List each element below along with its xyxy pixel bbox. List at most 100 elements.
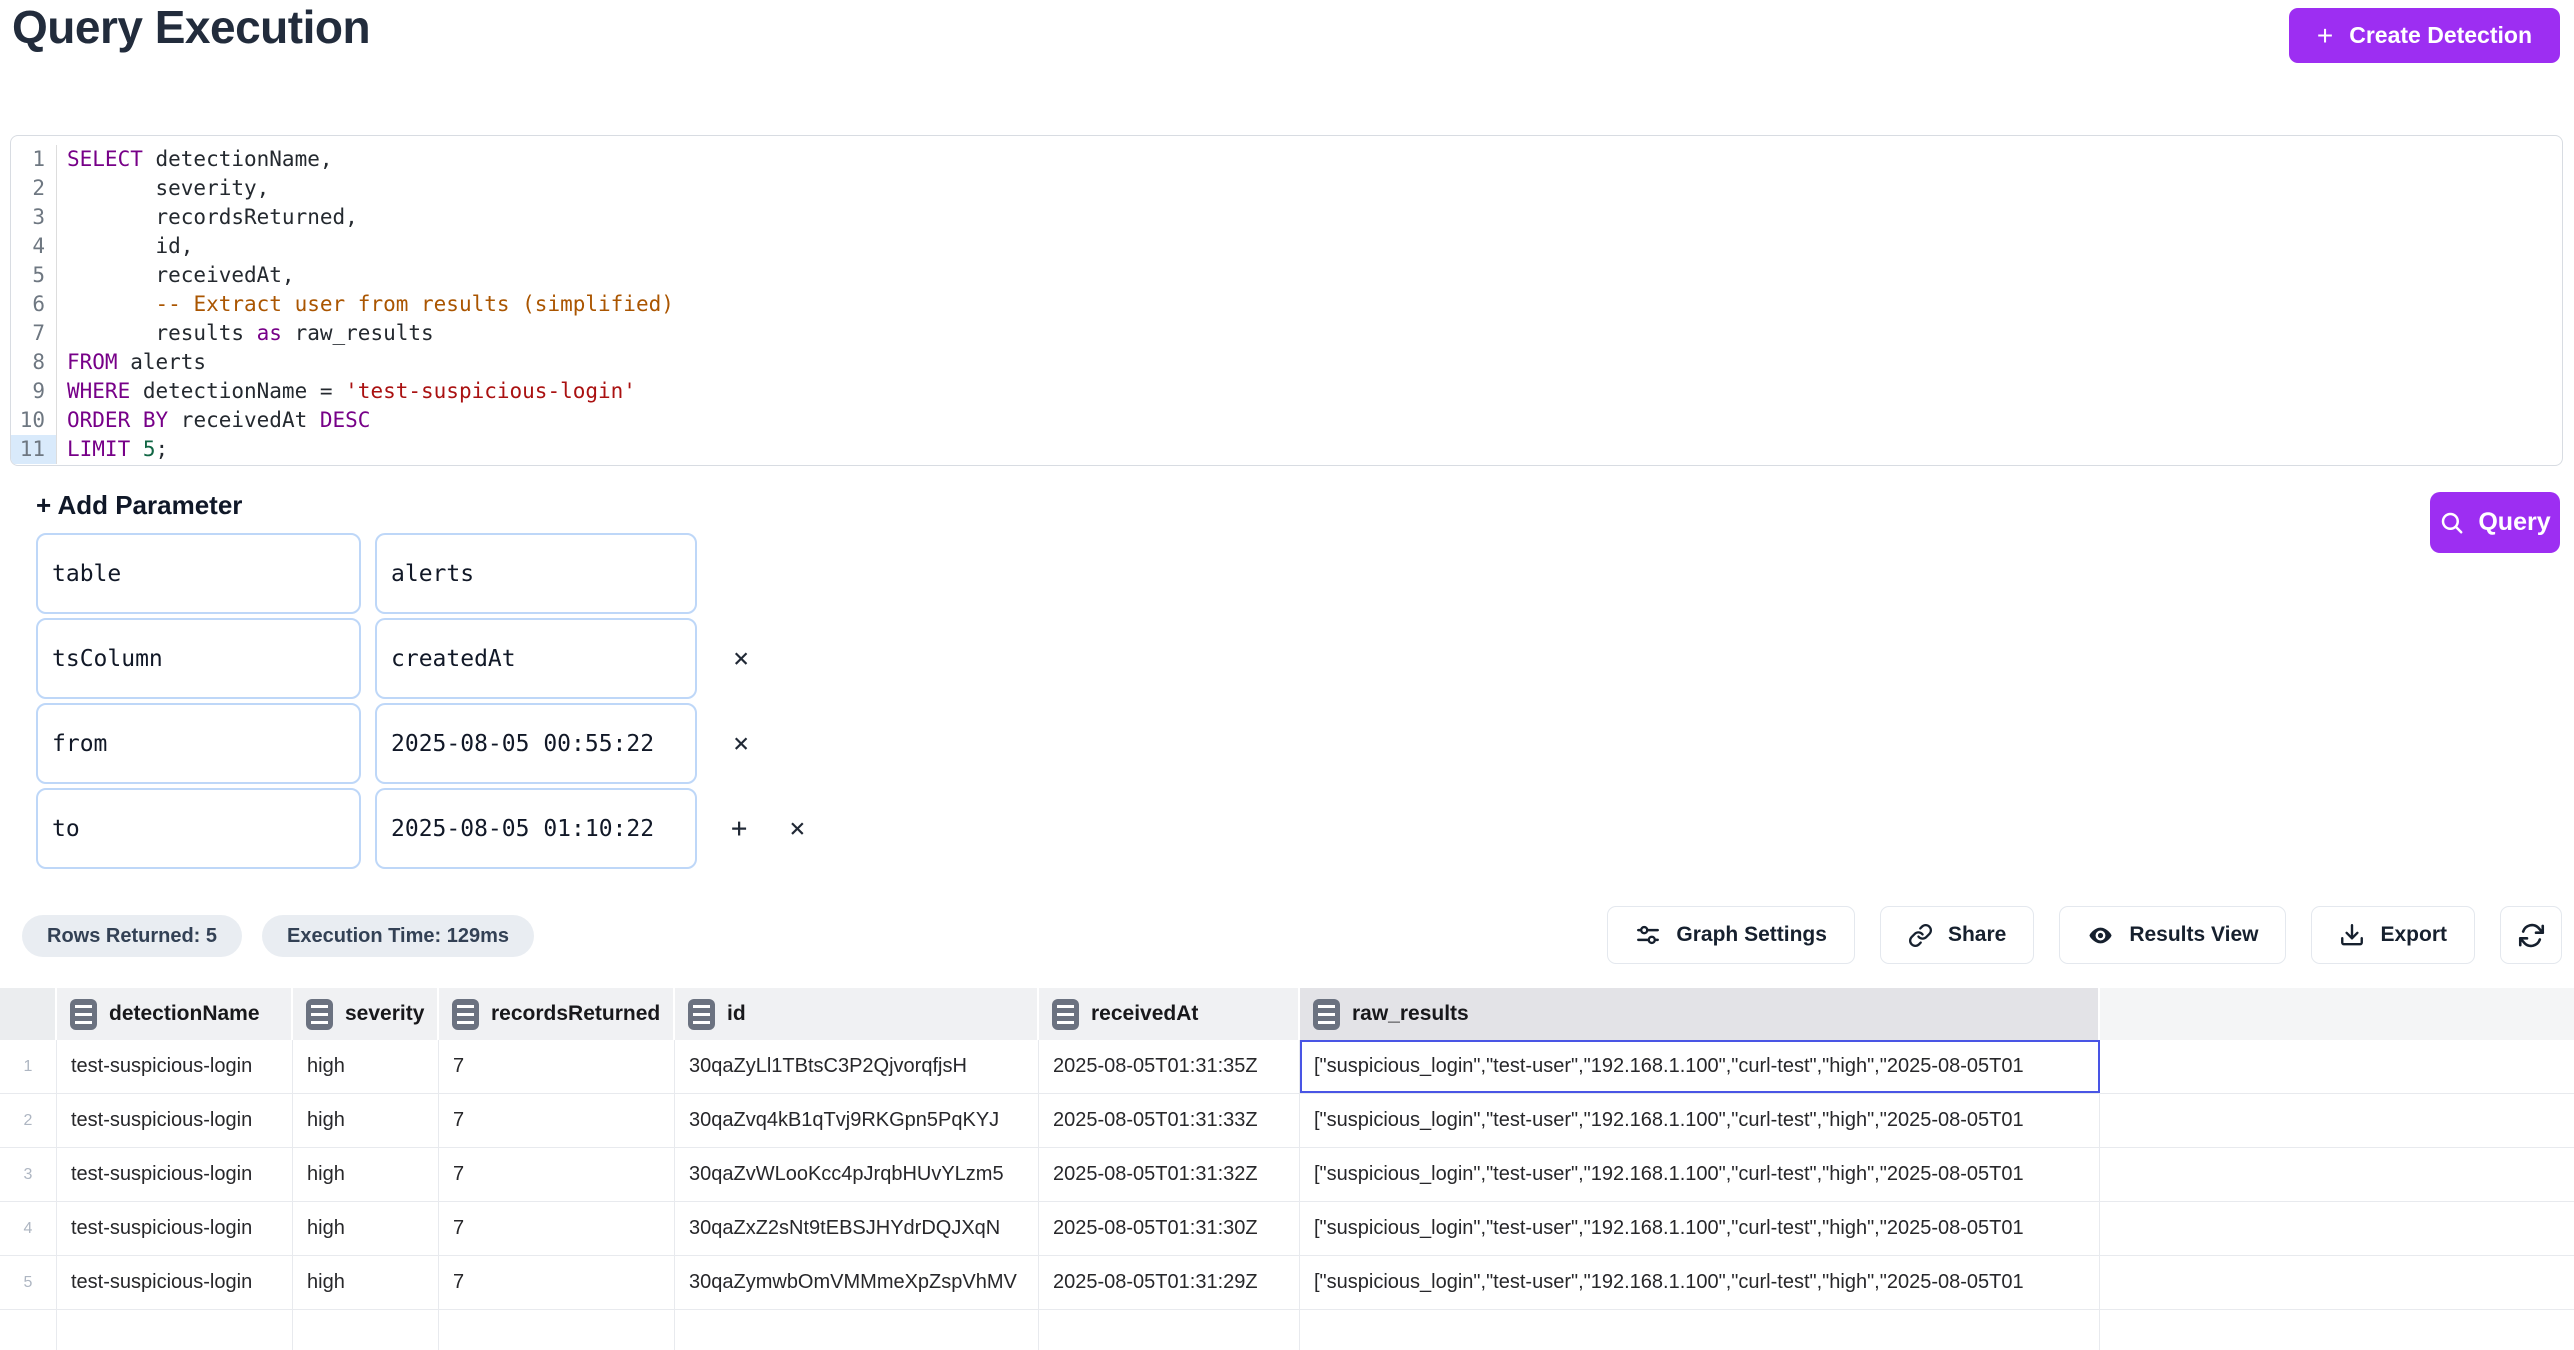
remove-parameter-button[interactable]: × (789, 813, 805, 844)
cell-severity[interactable]: high (293, 1040, 439, 1093)
param-key-field[interactable] (36, 533, 361, 614)
cell-empty (293, 1310, 439, 1350)
table-row: 3test-suspicious-loginhigh730qaZvWLooKcc… (0, 1148, 2574, 1202)
graph-settings-button[interactable]: Graph Settings (1607, 906, 1855, 964)
column-header-detectionName[interactable]: detectionName (57, 988, 293, 1040)
cell-detectionName[interactable]: test-suspicious-login (57, 1148, 293, 1201)
remove-parameter-button[interactable]: × (733, 643, 749, 674)
share-button[interactable]: Share (1880, 906, 2034, 964)
code-text: receivedAt, (57, 261, 295, 290)
param-value-field[interactable] (375, 703, 697, 784)
cell-recordsReturned[interactable]: 7 (439, 1148, 675, 1201)
cell-recordsReturned[interactable]: 7 (439, 1094, 675, 1147)
create-detection-button[interactable]: + Create Detection (2289, 8, 2560, 63)
line-number: 2 (11, 174, 57, 203)
row-filler (2100, 1310, 2574, 1350)
cell-detectionName[interactable]: test-suspicious-login (57, 1094, 293, 1147)
parameter-list: ××+× (36, 533, 806, 873)
execution-time-badge: Execution Time: 129ms (262, 915, 534, 957)
column-header-id[interactable]: id (675, 988, 1039, 1040)
column-header-recordsReturned[interactable]: recordsReturned (439, 988, 675, 1040)
page-title: Query Execution (12, 0, 370, 54)
param-value-field[interactable] (375, 533, 697, 614)
cell-recordsReturned[interactable]: 7 (439, 1040, 675, 1093)
column-header-severity[interactable]: severity (293, 988, 439, 1040)
sql-code-editor[interactable]: 1SELECT detectionName,2 severity,3 recor… (10, 135, 2563, 466)
cell-raw_results[interactable]: ["suspicious_login","test-user","192.168… (1300, 1094, 2100, 1147)
line-number: 10 (11, 406, 57, 435)
row-number (0, 1310, 57, 1350)
table-row: 5test-suspicious-loginhigh730qaZymwbOmVM… (0, 1256, 2574, 1310)
header-filler (2100, 988, 2574, 1040)
line-number: 11 (11, 435, 57, 464)
line-number: 6 (11, 290, 57, 319)
column-icon (688, 999, 715, 1030)
cell-detectionName[interactable]: test-suspicious-login (57, 1202, 293, 1255)
cell-empty (57, 1310, 293, 1350)
cell-recordsReturned[interactable]: 7 (439, 1202, 675, 1255)
code-line: 1SELECT detectionName, (11, 145, 2562, 174)
cell-raw_results[interactable]: ["suspicious_login","test-user","192.168… (1300, 1148, 2100, 1201)
cell-severity[interactable]: high (293, 1202, 439, 1255)
table-row-empty (0, 1310, 2574, 1350)
param-key-field[interactable] (36, 703, 361, 784)
cell-receivedAt[interactable]: 2025-08-05T01:31:30Z (1039, 1202, 1300, 1255)
table-row: 1test-suspicious-loginhigh730qaZyLl1TBts… (0, 1040, 2574, 1094)
code-line: 6 -- Extract user from results (simplifi… (11, 290, 2562, 319)
code-line: 9WHERE detectionName = 'test-suspicious-… (11, 377, 2562, 406)
row-number: 5 (0, 1256, 57, 1309)
refresh-icon (2518, 922, 2545, 949)
results-view-button[interactable]: Results View (2059, 906, 2286, 964)
result-badges: Rows Returned: 5 Execution Time: 129ms (22, 915, 534, 957)
row-filler (2100, 1256, 2574, 1309)
line-number: 5 (11, 261, 57, 290)
cell-empty (439, 1310, 675, 1350)
column-header-raw_results[interactable]: raw_results (1300, 988, 2100, 1040)
code-line: 5 receivedAt, (11, 261, 2562, 290)
cell-id[interactable]: 30qaZvq4kB1qTvj9RKGpn5PqKYJ (675, 1094, 1039, 1147)
param-key-field[interactable] (36, 618, 361, 699)
cell-id[interactable]: 30qaZxZ2sNt9tEBSJHYdrDQJXqN (675, 1202, 1039, 1255)
cell-receivedAt[interactable]: 2025-08-05T01:31:33Z (1039, 1094, 1300, 1147)
code-text: -- Extract user from results (simplified… (57, 290, 674, 319)
row-number: 4 (0, 1202, 57, 1255)
code-text: FROM alerts (57, 348, 206, 377)
cell-raw_results[interactable]: ["suspicious_login","test-user","192.168… (1300, 1040, 2100, 1093)
cell-receivedAt[interactable]: 2025-08-05T01:31:35Z (1039, 1040, 1300, 1093)
cell-receivedAt[interactable]: 2025-08-05T01:31:29Z (1039, 1256, 1300, 1309)
line-number: 7 (11, 319, 57, 348)
param-key-field[interactable] (36, 788, 361, 869)
remove-parameter-button[interactable]: × (733, 728, 749, 759)
graph-settings-label: Graph Settings (1676, 923, 1827, 947)
query-button[interactable]: Query (2430, 492, 2560, 553)
results-table: detectionNameseverityrecordsReturned id re… (0, 988, 2574, 1350)
param-value-field[interactable] (375, 618, 697, 699)
cell-detectionName[interactable]: test-suspicious-login (57, 1040, 293, 1093)
cell-severity[interactable]: high (293, 1094, 439, 1147)
line-number: 4 (11, 232, 57, 261)
refresh-button[interactable] (2500, 906, 2562, 964)
cell-severity[interactable]: high (293, 1148, 439, 1201)
export-button[interactable]: Export (2311, 906, 2475, 964)
row-number: 2 (0, 1094, 57, 1147)
cell-receivedAt[interactable]: 2025-08-05T01:31:32Z (1039, 1148, 1300, 1201)
cell-id[interactable]: 30qaZymwbOmVMMmeXpZspVhMV (675, 1256, 1039, 1309)
row-number-header (0, 988, 57, 1040)
table-row: 4test-suspicious-loginhigh730qaZxZ2sNt9t… (0, 1202, 2574, 1256)
cell-raw_results[interactable]: ["suspicious_login","test-user","192.168… (1300, 1202, 2100, 1255)
code-text: recordsReturned, (57, 203, 358, 232)
cell-detectionName[interactable]: test-suspicious-login (57, 1256, 293, 1309)
link-icon (1908, 923, 1933, 948)
param-value-field[interactable] (375, 788, 697, 869)
add-parameter-button[interactable]: + Add Parameter (36, 490, 242, 521)
parameter-row (36, 533, 806, 614)
cell-id[interactable]: 30qaZyLl1TBtsC3P2QjvorqfjsH (675, 1040, 1039, 1093)
parameter-row: +× (36, 788, 806, 869)
cell-recordsReturned[interactable]: 7 (439, 1256, 675, 1309)
cell-raw_results[interactable]: ["suspicious_login","test-user","192.168… (1300, 1256, 2100, 1309)
cell-id[interactable]: 30qaZvWLooKcc4pJrqbHUvYLzm5 (675, 1148, 1039, 1201)
add-parameter-inline-button[interactable]: + (731, 813, 747, 844)
column-header-receivedAt[interactable]: receivedAt (1039, 988, 1300, 1040)
cell-severity[interactable]: high (293, 1256, 439, 1309)
column-header-label: id (727, 1002, 746, 1026)
